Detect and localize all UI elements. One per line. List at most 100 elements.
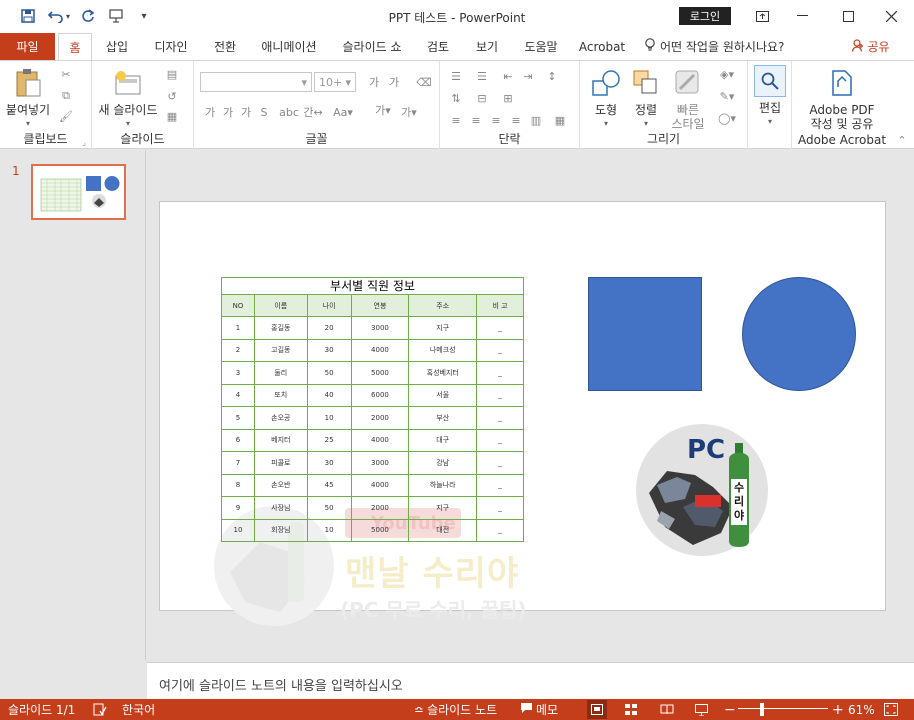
language[interactable]: 한국어 [122,701,155,718]
undo-dropdown-icon[interactable]: ▾ [63,6,73,26]
columns-icon[interactable]: ▦ [552,113,568,127]
title-bar: ▾ ▾ PPT 테스트 - PowerPoint 로그인 [0,0,914,33]
reading-view-icon[interactable] [660,701,674,718]
italic-icon[interactable]: 가 [220,105,236,119]
change-case-icon[interactable]: Aa▾ [332,105,354,119]
comments-toggle[interactable]: 메모 [520,701,558,718]
table-cell: _ [476,428,524,452]
char-spacing-icon[interactable]: 간↔ [302,105,324,119]
format-painter-icon[interactable]: 🖌 [58,109,74,123]
shadow-icon[interactable]: S [256,105,272,119]
tab-file[interactable]: 파일 [0,33,55,60]
tab-slideshow[interactable]: 슬라이드 쇼 [335,33,409,60]
normal-view-icon[interactable] [587,700,607,719]
employee-table[interactable]: 부서별 직원 정보 NO 이름 나이 연봉 주소 비 고 1 홍길동 20 3000 지… [221,277,524,542]
tab-insert[interactable]: 삽입 [97,33,137,60]
shape-effects-icon[interactable]: ◯▾ [716,111,738,125]
grow-font-icon[interactable]: 가 [366,75,382,89]
font-color-icon[interactable]: 가▾ [372,103,394,117]
blue-rectangle-shape[interactable] [588,277,702,391]
tab-animations[interactable]: 애니메이션 [254,33,324,60]
table-row: 10 회장님 10 5000 대전 _ [221,518,524,542]
share-button[interactable]: 공유 [846,33,896,60]
customize-qat-icon[interactable]: ▾ [134,6,154,26]
align-text-icon[interactable]: ⊟ [474,91,490,105]
blue-circle-shape[interactable] [742,277,856,391]
table-cell: 회장님 [253,518,308,542]
find-icon [754,65,786,97]
tab-view[interactable]: 보기 [467,33,507,60]
shapes-button[interactable]: 도형 ▾ [588,67,624,131]
tab-design[interactable]: 디자인 [146,33,196,60]
clear-format-icon[interactable]: ⌫ [416,75,432,89]
create-pdf-button[interactable]: Adobe PDF 작성 및 공유 [796,67,888,131]
bullets-icon[interactable]: ☰ [448,69,464,83]
font-size-combo[interactable]: 10+ ▾ [314,72,356,92]
slide-thumbnail[interactable] [31,164,126,220]
font-name-combo[interactable]: ▾ [200,72,312,92]
quick-styles-button[interactable]: 빠른 스타일 [668,67,708,131]
watermark-subtitle: (PC 무료 수리, 꿀팁) [340,598,527,622]
align-center-icon[interactable]: ≡ [468,113,484,127]
spellcheck-icon[interactable] [93,701,107,718]
layout-icon[interactable]: ▤ [164,67,180,81]
smartart-icon[interactable]: ⊞ [500,91,516,105]
zoom-out-icon[interactable]: − [724,701,736,718]
reset-icon[interactable]: ↺ [164,89,180,103]
highlight-icon[interactable]: 가▾ [398,105,420,119]
zoom-in-icon[interactable]: + [832,701,844,718]
justify-icon[interactable]: ≡ [508,113,524,127]
clipboard-group: 붙여넣기 ▾ ✂ ⧉ 🖌 클립보드 ⌟ [0,61,92,149]
table-cell: 25 [306,428,352,452]
paste-button[interactable]: 붙여넣기 ▾ [5,67,51,131]
tab-transitions[interactable]: 전환 [205,33,245,60]
header-cell: 연봉 [350,294,410,317]
strikethrough-icon[interactable]: abc [278,105,300,119]
zoom-slider[interactable] [738,708,828,709]
acrobat-group: Adobe PDF 작성 및 공유 Adobe Acrobat [792,61,892,149]
minimize-icon[interactable] [779,0,825,32]
shrink-font-icon[interactable]: 가 [386,75,402,89]
slideshow-icon[interactable] [695,701,708,718]
underline-icon[interactable]: 가 [238,105,254,119]
distribute-icon[interactable]: ▥ [528,113,544,127]
text-direction-icon[interactable]: ⇅ [448,91,464,105]
numbering-icon[interactable]: ☰ [474,69,490,83]
copy-icon[interactable]: ⧉ [58,89,74,103]
tab-help[interactable]: 도움말 [516,33,566,60]
tab-review[interactable]: 검토 [418,33,458,60]
save-icon[interactable] [18,6,38,26]
new-slide-button[interactable]: 새 슬라이드 ▾ [96,67,160,131]
zoom-slider-thumb[interactable] [760,703,764,716]
presentation-icon[interactable] [106,6,126,26]
decrease-indent-icon[interactable]: ⇤ [500,69,516,83]
shape-outline-icon[interactable]: ✎▾ [716,89,738,103]
zoom-level[interactable]: 61% [848,701,875,718]
fit-to-window-icon[interactable] [884,701,898,718]
notes-toggle[interactable]: ≏ 슬라이드 노트 [414,701,497,718]
increase-indent-icon[interactable]: ⇥ [520,69,536,83]
redo-icon[interactable] [78,6,98,26]
bold-icon[interactable]: 가 [202,105,218,119]
arrange-button[interactable]: 정렬 ▾ [628,67,664,131]
logo-image[interactable]: PC 수리야 [635,423,769,557]
slide-sorter-icon[interactable] [625,701,637,718]
tab-acrobat[interactable]: Acrobat [574,33,630,60]
slide-canvas[interactable]: YouTube 맨날 수리야 (PC 무료 수리, 꿀팁) 부서별 직원 정보 … [159,201,886,626]
login-button[interactable]: 로그인 [679,7,731,25]
maximize-icon[interactable] [825,0,871,32]
logo-text: PC [687,435,726,465]
line-spacing-icon[interactable]: ↕ [544,69,560,83]
shape-fill-icon[interactable]: ◈▾ [716,67,738,81]
cut-icon[interactable]: ✂ [58,67,74,81]
close-icon[interactable] [868,0,914,32]
tell-me-box[interactable]: 어떤 작업을 원하시나요? [644,33,794,60]
align-left-icon[interactable]: ≡ [448,113,464,127]
editing-button[interactable]: 편집 ▾ [752,65,788,129]
notes-pane[interactable]: 여기에 슬라이드 노트의 내용을 입력하십시오 [147,662,914,699]
collapse-ribbon-icon[interactable]: ⌃ [894,133,910,147]
section-icon[interactable]: ▦ [164,109,180,123]
tab-home[interactable]: 홈 [58,33,92,61]
align-right-icon[interactable]: ≡ [488,113,504,127]
dialog-launcher-icon[interactable]: ⌟ [76,135,92,149]
